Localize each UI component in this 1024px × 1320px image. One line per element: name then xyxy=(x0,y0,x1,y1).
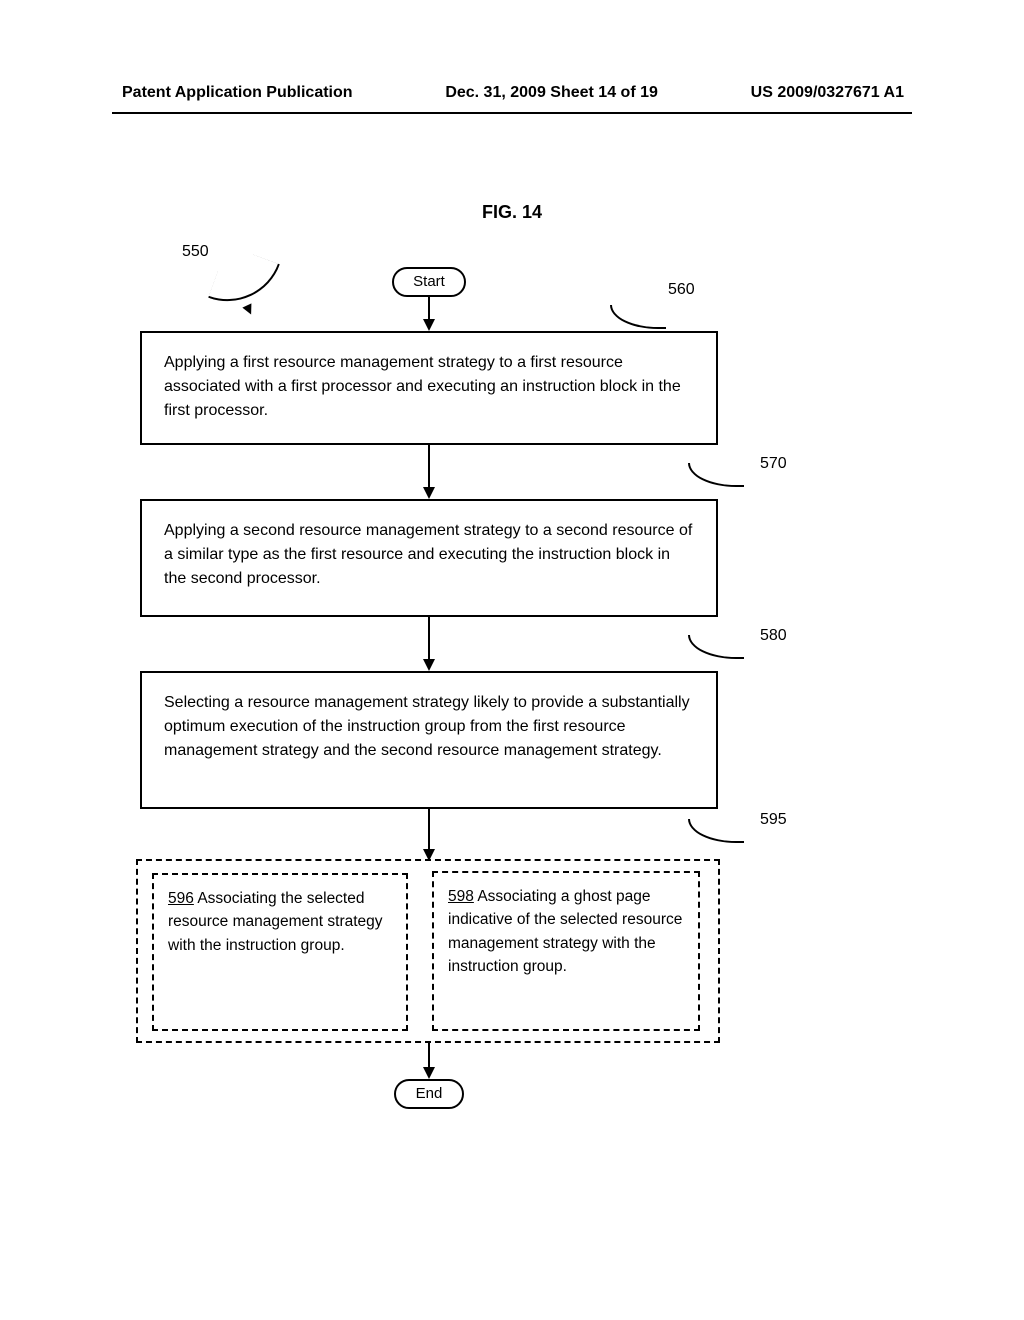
ref-label-550: 550 xyxy=(182,243,209,261)
flow-arrow xyxy=(428,1043,430,1069)
page-header: Patent Application Publication Dec. 31, … xyxy=(0,0,1024,112)
arrowhead-icon xyxy=(423,319,435,331)
header-patent-number: US 2009/0327671 A1 xyxy=(751,84,904,102)
end-terminal: End xyxy=(394,1079,464,1109)
start-terminal: Start xyxy=(392,267,466,297)
box-598-text: Associating a ghost page indicative of t… xyxy=(448,888,682,975)
ref-label-596: 596 xyxy=(168,890,194,907)
ref-label-580: 580 xyxy=(760,627,787,645)
ref-label-570: 570 xyxy=(760,455,787,473)
ref-label-560: 560 xyxy=(668,281,695,299)
flow-arrow xyxy=(428,297,430,321)
flow-arrow xyxy=(428,617,430,661)
process-box-560: Applying a first resource management str… xyxy=(140,331,718,445)
leader-arrowhead-550 xyxy=(242,303,255,316)
figure-title: FIG. 14 xyxy=(0,202,1024,223)
box-596-text: Associating the selected resource manage… xyxy=(168,890,383,954)
process-box-580: Selecting a resource management strategy… xyxy=(140,671,718,809)
header-date-sheet: Dec. 31, 2009 Sheet 14 of 19 xyxy=(445,84,658,102)
arrowhead-icon xyxy=(423,487,435,499)
arrowhead-icon xyxy=(423,1067,435,1079)
optional-box-596: 596 Associating the selected resource ma… xyxy=(152,873,408,1031)
flow-arrow xyxy=(428,809,430,851)
optional-box-598: 598 Associating a ghost page indicative … xyxy=(432,871,700,1031)
arrowhead-icon xyxy=(423,659,435,671)
flow-arrow xyxy=(428,445,430,489)
ref-label-595: 595 xyxy=(760,811,787,829)
process-box-570: Applying a second resource management st… xyxy=(140,499,718,617)
flowchart-diagram: 550 Start 560 Applying a first resource … xyxy=(0,231,1024,1231)
callout-curve-580 xyxy=(688,635,744,659)
ref-label-598: 598 xyxy=(448,888,474,905)
callout-curve-570 xyxy=(688,463,744,487)
callout-curve-560 xyxy=(610,305,666,329)
header-publication: Patent Application Publication xyxy=(122,84,353,102)
callout-curve-595 xyxy=(688,819,744,843)
header-divider xyxy=(112,112,912,114)
